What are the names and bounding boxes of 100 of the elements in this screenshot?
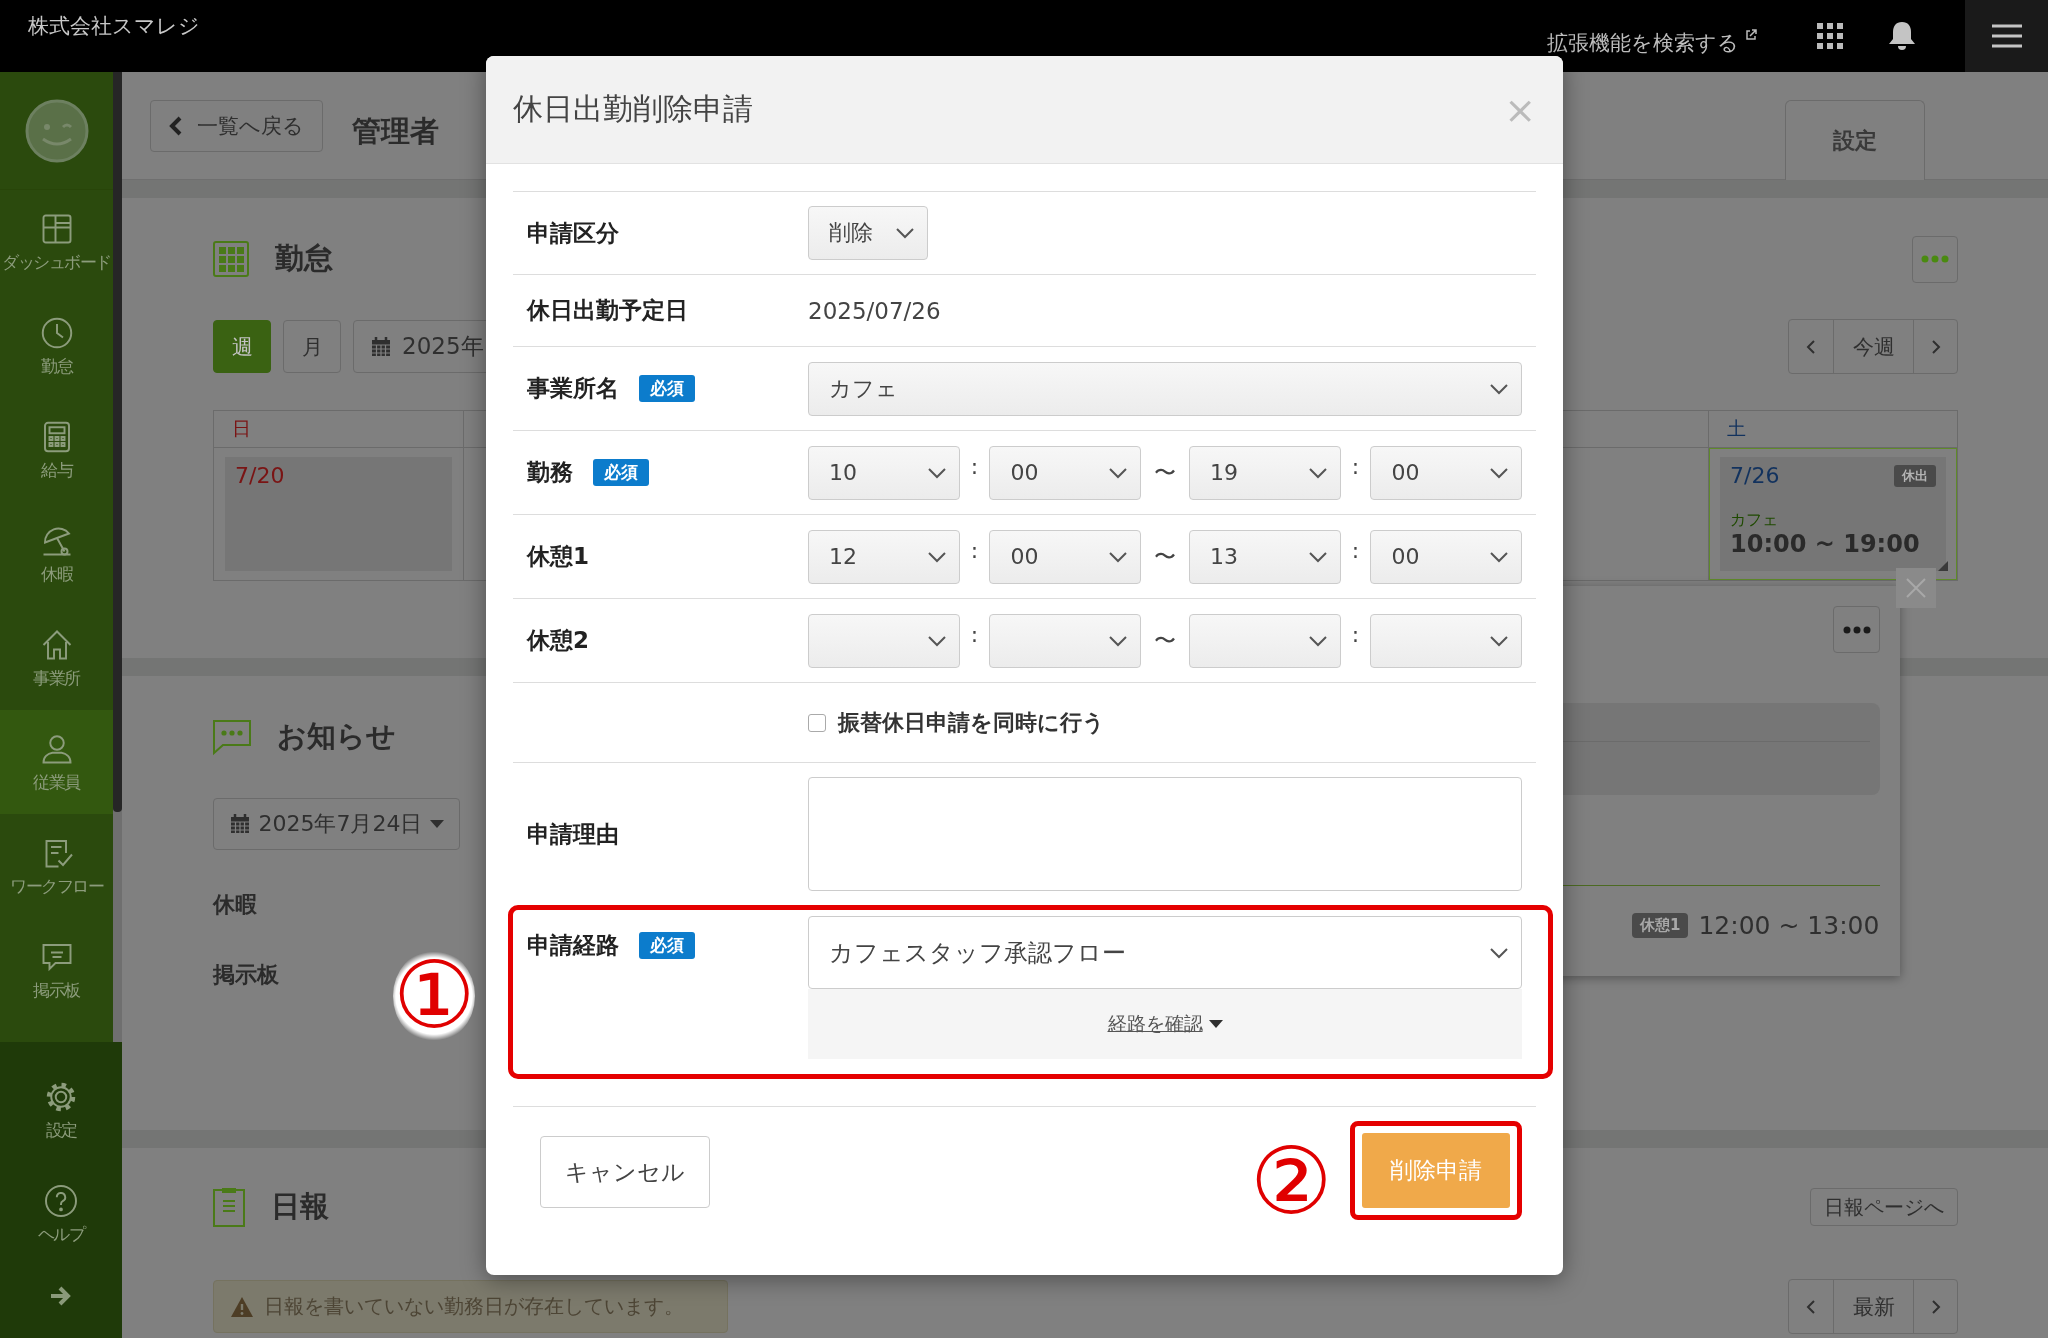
chevron-down-icon xyxy=(1307,466,1328,479)
help-icon xyxy=(43,1182,79,1219)
field-label: 申請理由 xyxy=(527,819,619,849)
date-dropdown[interactable]: 2025年7月24日 xyxy=(213,798,460,850)
chevron-down-icon xyxy=(1489,946,1509,959)
apps-button[interactable] xyxy=(1817,23,1843,49)
sidebar-item[interactable]: ヘルプ xyxy=(0,1162,122,1266)
close-button[interactable] xyxy=(1896,568,1936,608)
field-label: 勤務 xyxy=(527,458,573,487)
chevron-down-icon xyxy=(1108,466,1129,479)
break-badge: 休憩1 xyxy=(1632,913,1689,938)
select-field[interactable] xyxy=(1370,613,1522,668)
report-page-button[interactable]: 日報ページへ xyxy=(1810,1188,1958,1226)
step-number: ① xyxy=(393,950,476,1042)
sidebar-item[interactable]: 給与 xyxy=(0,398,113,502)
sidebar-item[interactable]: 事業所 xyxy=(0,606,113,710)
select-field[interactable]: 12 xyxy=(808,529,960,584)
caret-icon xyxy=(430,820,445,828)
grid-icon xyxy=(1817,23,1843,49)
select-field[interactable]: 削除 xyxy=(808,206,928,260)
cancel-button[interactable]: キャンセル xyxy=(540,1136,710,1208)
external-link-icon xyxy=(1745,29,1757,41)
report-icon xyxy=(213,1187,245,1227)
grid-icon xyxy=(213,241,249,277)
subsection-title: 休暇 xyxy=(213,891,257,919)
menu-button[interactable] xyxy=(1965,0,2048,72)
more-icon xyxy=(1842,625,1871,634)
field-label: 休憩1 xyxy=(527,542,589,571)
select-field[interactable]: 00 xyxy=(989,445,1142,500)
sidebar-item[interactable]: ワークフロー xyxy=(0,814,113,918)
avatar-icon xyxy=(24,98,89,163)
reason-textarea[interactable] xyxy=(808,777,1522,891)
chevron-down-icon xyxy=(1489,550,1509,563)
close-icon xyxy=(1905,577,1927,599)
select-field[interactable]: カフェ xyxy=(808,361,1522,416)
menu-icon xyxy=(1991,24,2022,48)
field-label: 申請区分 xyxy=(527,218,619,248)
sidebar-item[interactable]: 掲示板 xyxy=(0,918,113,1022)
chevron-right-icon xyxy=(1930,338,1941,355)
dialog-title: 休日出勤削除申請 xyxy=(513,90,754,128)
shift-place: カフェ xyxy=(1730,510,1779,531)
chevron-right-icon xyxy=(1930,1298,1941,1315)
sidebar-item[interactable]: ダッシュボード xyxy=(0,190,113,294)
sidebar-item[interactable]: 設定 xyxy=(0,1058,122,1162)
time-separator: : xyxy=(969,621,980,647)
more-icon xyxy=(1921,255,1949,263)
chevron-down-icon xyxy=(1108,634,1129,647)
chevron-down-icon xyxy=(1489,634,1509,647)
checkbox[interactable] xyxy=(808,713,826,732)
chevron-left-icon xyxy=(1806,1298,1816,1315)
weekday-header: 日 xyxy=(214,411,463,448)
chevron-down-icon xyxy=(1489,382,1509,395)
select-field[interactable]: 10 xyxy=(808,445,960,500)
status-badge: 休出 xyxy=(1894,464,1936,487)
time-separator: : xyxy=(969,537,980,563)
sidebar-item[interactable]: 休暇 xyxy=(0,502,113,606)
shift-time: 10:00 ~ 19:00 xyxy=(1730,531,1921,558)
section-title: 日報 xyxy=(271,1188,329,1225)
field-label: 休日出勤予定日 xyxy=(527,296,688,325)
chevron-down-icon xyxy=(926,466,947,479)
sidebar-item[interactable]: 勤怠 xyxy=(0,294,113,398)
select-field[interactable]: 00 xyxy=(989,529,1142,584)
select-field[interactable]: 00 xyxy=(1370,445,1522,500)
chat-icon xyxy=(213,718,251,756)
chevron-down-icon xyxy=(1108,550,1129,563)
chevron-down-icon xyxy=(1307,634,1328,647)
more-button[interactable] xyxy=(1833,606,1880,653)
select-field[interactable]: 19 xyxy=(1188,445,1341,500)
extension-search-link[interactable]: 拡張機能を検索する xyxy=(1547,29,1757,57)
required-badge: 必須 xyxy=(593,459,649,486)
field-label: 申請経路 xyxy=(527,930,619,960)
chevron-left-icon xyxy=(1806,338,1816,355)
select-field[interactable]: 13 xyxy=(1188,529,1341,584)
settings-tab[interactable]: 設定 xyxy=(1785,100,1925,180)
view-tab[interactable]: 月 xyxy=(283,320,341,373)
range-separator: 〜 xyxy=(1153,626,1177,655)
sidebar-item[interactable]: 従業員 xyxy=(0,710,113,814)
select-field[interactable] xyxy=(808,613,960,668)
day-cell[interactable]: 7/26 休出 カフェ 10:00 ~ 19:00 xyxy=(1709,448,1957,580)
warning-icon xyxy=(230,1295,254,1318)
time-separator: : xyxy=(1350,537,1361,563)
page-title: 管理者 xyxy=(352,113,439,150)
time-separator: : xyxy=(1350,453,1361,479)
time-separator: : xyxy=(969,453,980,479)
arrow-right-icon xyxy=(50,1286,72,1306)
select-field[interactable]: 00 xyxy=(1370,529,1522,584)
required-badge: 必須 xyxy=(639,375,695,402)
weekday-header: 土 xyxy=(1709,411,1957,448)
route-link[interactable]: 経路を確認 xyxy=(1107,1011,1223,1037)
back-button[interactable]: 一覧へ戻る xyxy=(150,100,323,152)
view-tab[interactable]: 週 xyxy=(213,320,271,373)
select-field[interactable]: カフェスタッフ承認フロー xyxy=(808,916,1522,989)
field-label: 休憩2 xyxy=(527,626,589,655)
section-title: お知らせ xyxy=(277,718,396,755)
calendar-icon xyxy=(228,813,251,835)
notifications-button[interactable] xyxy=(1887,20,1917,52)
select-field[interactable] xyxy=(1188,613,1341,668)
resize-handle-icon xyxy=(1938,561,1948,571)
day-date: 7/20 xyxy=(235,463,285,488)
select-field[interactable] xyxy=(989,613,1142,668)
